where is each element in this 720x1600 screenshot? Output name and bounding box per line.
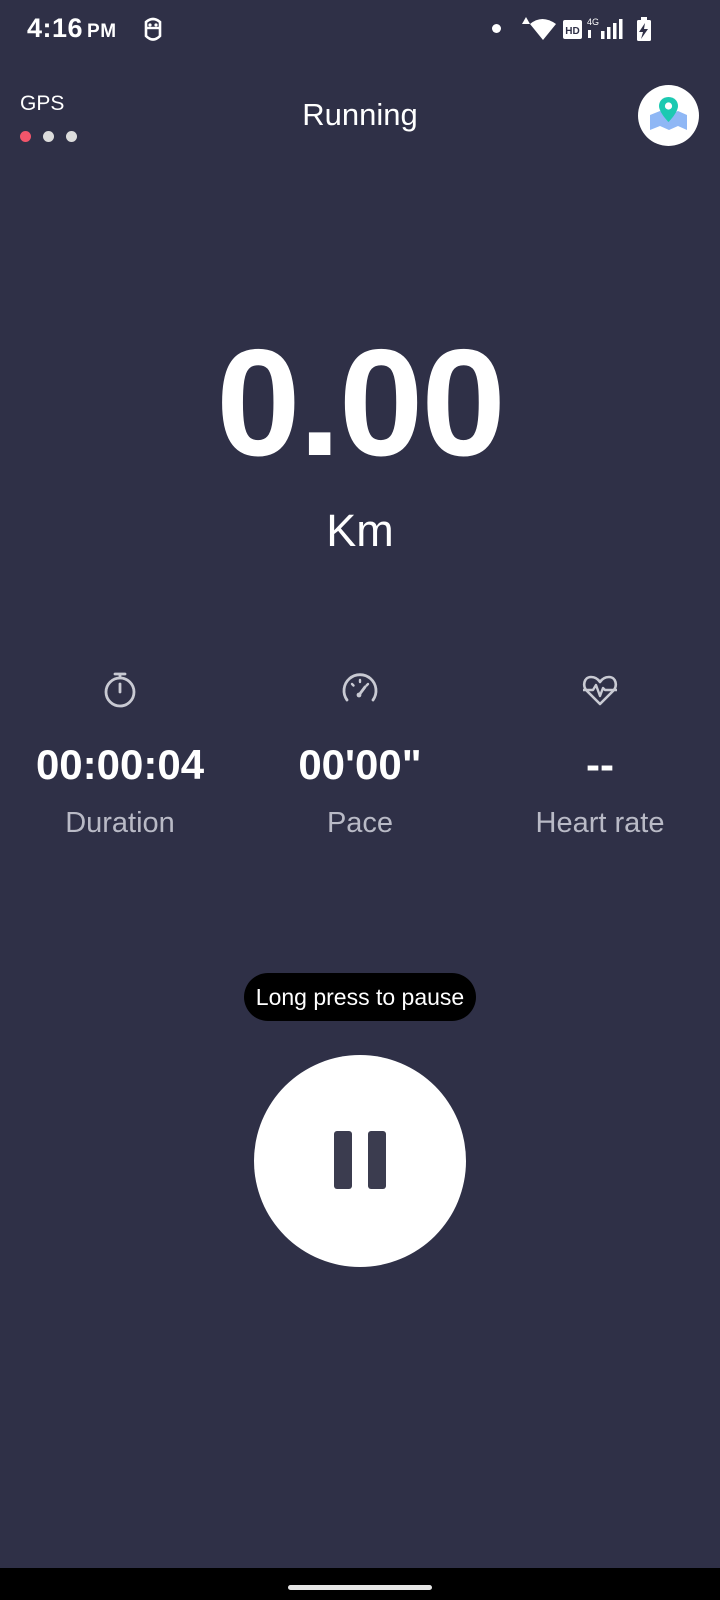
pace-value: 00'00" bbox=[298, 741, 422, 788]
speedometer-icon bbox=[342, 673, 378, 702]
distance-value: 0.00 bbox=[216, 318, 506, 488]
app-notification-icon bbox=[144, 17, 162, 41]
network-label: 4G bbox=[587, 17, 599, 27]
home-gesture-handle[interactable] bbox=[288, 1585, 432, 1590]
running-screen: 4:16 PM HD 4G GPS Running 0.00 Km 00:00:… bbox=[0, 0, 720, 1600]
signal-icon: 4G bbox=[587, 17, 623, 39]
map-button[interactable] bbox=[638, 85, 699, 146]
hd-icon: HD bbox=[563, 20, 582, 39]
data-arrows-icon bbox=[522, 17, 530, 24]
distance-unit: Km bbox=[326, 505, 394, 556]
map-pin-icon bbox=[650, 97, 687, 130]
page-title: Running bbox=[302, 97, 418, 132]
stopwatch-icon bbox=[104, 672, 136, 708]
heart-rate-label: Heart rate bbox=[535, 807, 665, 839]
pause-button[interactable] bbox=[254, 1055, 466, 1267]
heart-rate-icon bbox=[582, 675, 618, 706]
status-time: 4:16 PM bbox=[27, 13, 117, 44]
pace-label: Pace bbox=[326, 807, 394, 839]
duration-metric: 00:00:04 Duration bbox=[0, 670, 240, 840]
wifi-icon bbox=[530, 19, 556, 40]
battery-charging-icon bbox=[637, 17, 651, 41]
pause-icon-bar bbox=[368, 1131, 386, 1189]
status-bar: 4:16 PM HD 4G bbox=[0, 0, 720, 62]
heart-rate-value: -- bbox=[586, 741, 614, 788]
notification-dot-icon bbox=[492, 24, 501, 33]
pause-icon bbox=[334, 1131, 352, 1189]
heart-rate-metric: -- Heart rate bbox=[480, 670, 720, 840]
duration-label: Duration bbox=[65, 807, 175, 839]
hd-label: HD bbox=[565, 26, 579, 37]
pace-metric: 00'00" Pace bbox=[240, 670, 480, 840]
pause-hint-tooltip: Long press to pause bbox=[244, 973, 476, 1021]
status-time-value: 4:16 bbox=[27, 13, 84, 43]
status-time-ampm: PM bbox=[87, 21, 117, 42]
status-indicators: HD 4G bbox=[522, 17, 651, 41]
duration-value: 00:00:04 bbox=[35, 741, 205, 788]
navigation-bar bbox=[0, 1568, 720, 1600]
